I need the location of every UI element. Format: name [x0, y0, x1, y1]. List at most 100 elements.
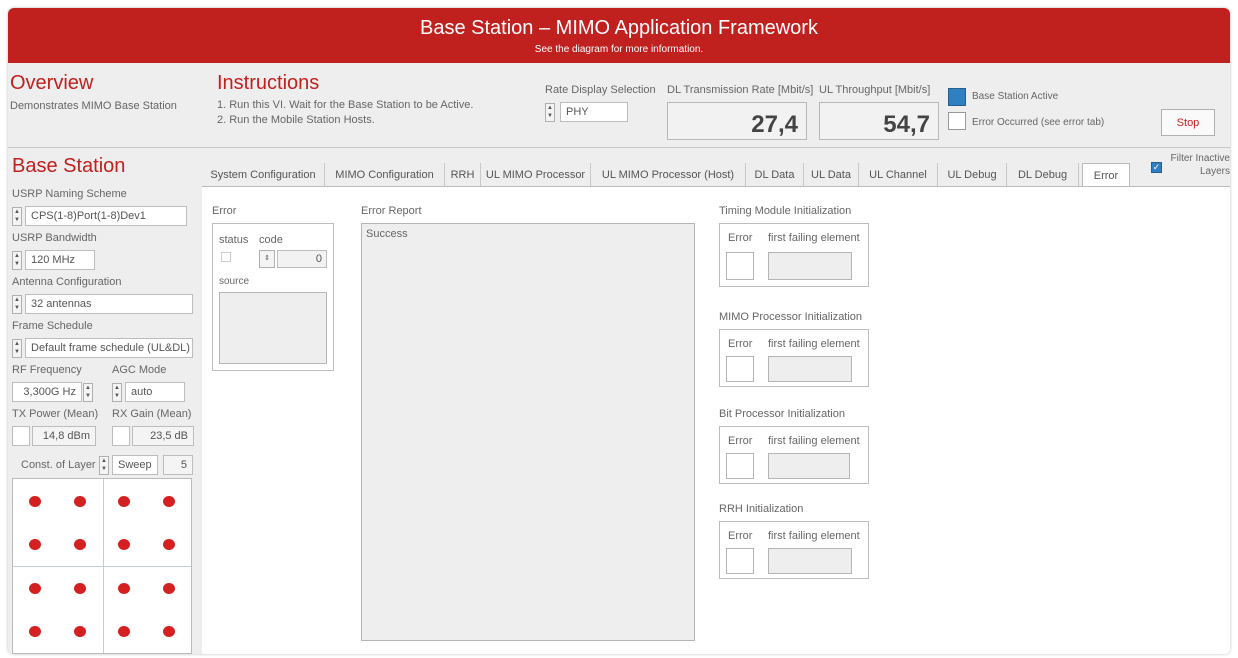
rx-gain-label: RX Gain (Mean): [112, 408, 192, 420]
error-occurred-label: Error Occurred (see error tab): [972, 117, 1105, 128]
rrh-init-cluster: Error first failing element: [719, 521, 869, 579]
error-cluster-heading: Error: [212, 205, 237, 217]
agc-mode-stepper[interactable]: ▲ ▼: [112, 383, 122, 402]
timing-init-cluster: Error first failing element: [719, 223, 869, 287]
tab-ul-debug[interactable]: UL Debug: [938, 163, 1007, 187]
error-status-label: status: [219, 234, 249, 246]
overview-heading: Overview: [10, 72, 94, 94]
bit-init-heading: Bit Processor Initialization: [719, 408, 845, 420]
dl-rate-value: 27,4: [667, 102, 807, 140]
overview-text: Demonstrates MIMO Base Station: [10, 100, 177, 112]
constellation-layer-value[interactable]: 5: [163, 455, 193, 475]
mimo-element-label: first failing element: [768, 338, 860, 350]
base-station-active-label: Base Station Active: [972, 91, 1059, 102]
frame-schedule-stepper[interactable]: ▲ ▼: [12, 339, 22, 358]
frame-schedule-label: Frame Schedule: [12, 320, 93, 332]
timing-element-label: first failing element: [768, 232, 860, 244]
constellation-point: [29, 626, 42, 638]
rx-gain-indicator: [112, 426, 130, 446]
mimo-element-field: [768, 356, 852, 382]
constellation-layer-label: Const. of Layer: [21, 459, 96, 471]
agc-mode-select[interactable]: auto: [125, 382, 185, 402]
app-subtitle: See the diagram for more information.: [534, 44, 704, 55]
error-status-checkbox: [221, 252, 231, 262]
constellation-point: [73, 539, 86, 551]
rf-frequency-stepper[interactable]: ▲ ▼: [83, 383, 93, 402]
rf-frequency-label: RF Frequency: [12, 364, 82, 376]
bit-element-field: [768, 453, 850, 479]
usrp-naming-label: USRP Naming Scheme: [12, 188, 127, 200]
filter-inactive-label: Filter Inactive Layers: [1170, 153, 1230, 177]
error-cluster: status code ⇕ 0 source: [212, 223, 334, 371]
error-code-stepper[interactable]: ⇕: [259, 250, 275, 268]
error-source-label: source: [219, 276, 250, 287]
tab-rrh[interactable]: RRH: [445, 163, 481, 187]
constellation-graph: [12, 478, 192, 654]
tab-mimo-configuration[interactable]: MIMO Configuration: [325, 163, 445, 187]
constellation-mode-stepper[interactable]: ▲ ▼: [99, 456, 109, 475]
antenna-config-label: Antenna Configuration: [12, 276, 122, 288]
bit-element-label: first failing element: [768, 435, 860, 447]
constellation-point: [118, 539, 131, 551]
agc-mode-label: AGC Mode: [112, 364, 167, 376]
constellation-point: [162, 582, 175, 594]
tx-power-value: 14,8 dBm: [32, 426, 96, 446]
usrp-bandwidth-stepper[interactable]: ▲ ▼: [12, 251, 22, 270]
constellation-mode-select[interactable]: Sweep: [112, 455, 158, 475]
rrh-init-heading: RRH Initialization: [719, 503, 804, 515]
constellation-point: [73, 495, 86, 507]
usrp-naming-stepper[interactable]: ▲ ▼: [12, 207, 22, 226]
antenna-config-stepper[interactable]: ▲ ▼: [12, 295, 22, 314]
error-source-field: [219, 292, 327, 364]
error-code-label: code: [259, 234, 283, 246]
header-divider: [8, 147, 1230, 148]
instructions-line-1: 1. Run this VI. Wait for the Base Statio…: [217, 99, 474, 111]
error-occurred-indicator: [948, 112, 966, 130]
rate-display-stepper[interactable]: ▲ ▼: [545, 103, 555, 122]
tab-dl-data[interactable]: DL Data: [746, 163, 804, 187]
rrh-element-label: first failing element: [768, 530, 860, 542]
tab-ul-mimo-processor-host[interactable]: UL MIMO Processor (Host): [591, 163, 746, 187]
instructions-heading: Instructions: [217, 72, 320, 94]
constellation-point: [162, 539, 175, 551]
rf-frequency-input[interactable]: 3,300G Hz: [12, 382, 82, 402]
mimo-init-heading: MIMO Processor Initialization: [719, 311, 863, 323]
tab-ul-mimo-processor[interactable]: UL MIMO Processor: [481, 163, 591, 187]
timing-error-indicator: [726, 252, 754, 280]
constellation-point: [29, 582, 42, 594]
error-code-value: 0: [277, 250, 327, 268]
tab-error[interactable]: Error: [1082, 163, 1130, 188]
ul-throughput-label: UL Throughput [Mbit/s]: [819, 84, 931, 96]
error-report-field[interactable]: Success: [361, 223, 695, 641]
rate-display-select[interactable]: PHY: [560, 102, 628, 122]
tab-dl-debug[interactable]: DL Debug: [1007, 163, 1079, 187]
stop-button[interactable]: Stop: [1161, 109, 1215, 136]
base-station-active-led: [948, 88, 966, 106]
constellation-point: [118, 495, 131, 507]
constellation-point: [162, 495, 175, 507]
tab-system-configuration[interactable]: System Configuration: [202, 163, 325, 187]
filter-inactive-checkbox[interactable]: ✓: [1151, 162, 1162, 173]
constellation-points: [13, 479, 191, 653]
mimo-error-indicator: [726, 356, 754, 382]
frame-schedule-select[interactable]: Default frame schedule (UL&DL): [25, 338, 193, 358]
timing-init-heading: Timing Module Initialization: [719, 205, 852, 217]
usrp-naming-select[interactable]: CPS(1-8)Port(1-8)Dev1: [25, 206, 187, 226]
usrp-bandwidth-select[interactable]: 120 MHz: [25, 250, 95, 270]
tab-ul-channel[interactable]: UL Channel: [859, 163, 938, 187]
mimo-error-label: Error: [728, 338, 753, 350]
rate-display-label: Rate Display Selection: [545, 84, 656, 96]
tab-ul-data[interactable]: UL Data: [804, 163, 859, 187]
rrh-error-label: Error: [728, 530, 753, 542]
constellation-point: [162, 626, 175, 638]
antenna-config-select[interactable]: 32 antennas: [25, 294, 193, 314]
error-report-text: Success: [366, 228, 408, 240]
timing-error-label: Error: [728, 232, 753, 244]
title-bar: Base Station – MIMO Application Framewor…: [8, 8, 1230, 63]
instructions-line-2: 2. Run the Mobile Station Hosts.: [217, 114, 375, 126]
error-tab-panel: Error status code ⇕ 0 source Error Repor…: [202, 186, 1230, 654]
ul-throughput-value: 54,7: [819, 102, 939, 140]
bit-error-indicator: [726, 453, 754, 479]
constellation-point: [73, 626, 86, 638]
constellation-point: [73, 582, 86, 594]
